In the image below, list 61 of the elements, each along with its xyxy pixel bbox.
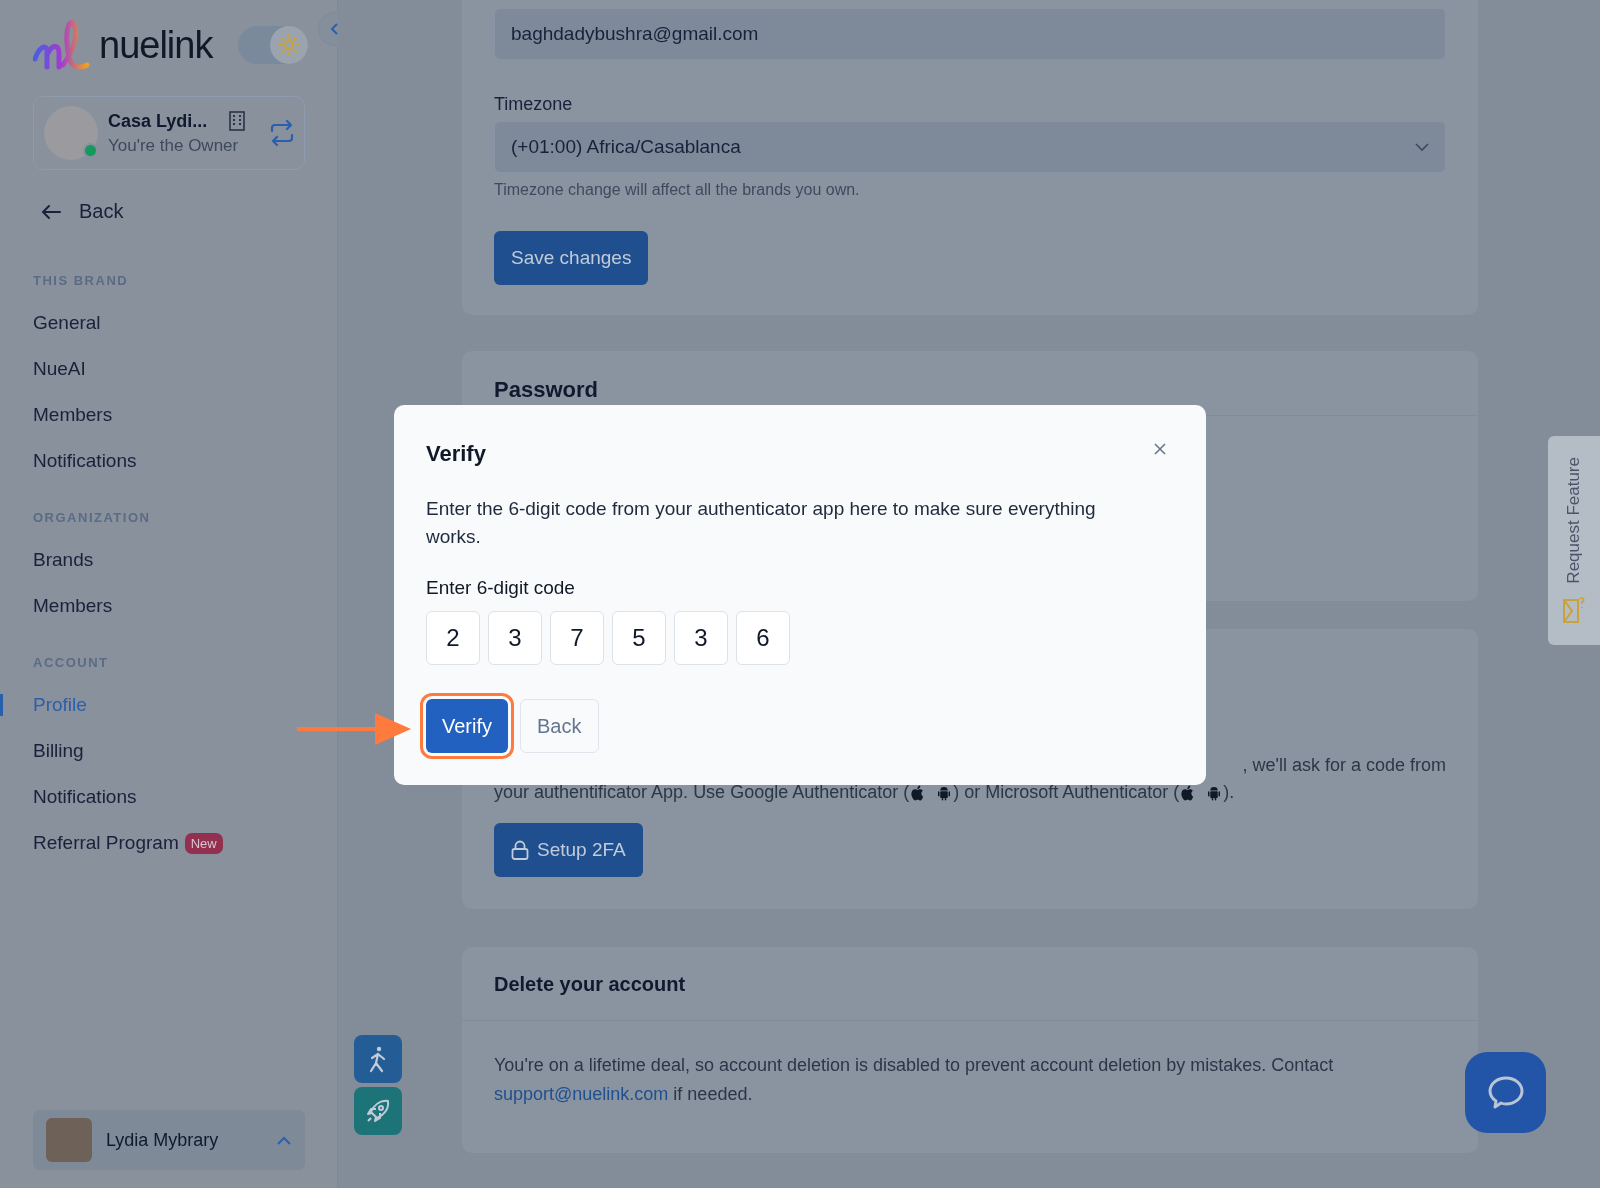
chevron-left-icon <box>330 23 340 35</box>
nav-item[interactable]: Brands <box>33 549 94 571</box>
nav-item[interactable]: Members <box>33 595 113 617</box>
description-text: ). <box>1223 782 1236 803</box>
back-link[interactable]: Back <box>41 200 124 223</box>
email-field[interactable]: baghdadybushra@gmail.com <box>494 8 1446 60</box>
new-badge: New <box>184 832 223 854</box>
description-text: your authentificator App. Use Google Authenticator ( <box>494 782 910 803</box>
code-digit-field[interactable]: 3 <box>488 611 542 665</box>
chevron-up-icon <box>277 1135 291 1145</box>
workspace-name: Casa Lydi... <box>108 110 208 132</box>
launch-button[interactable] <box>354 1087 402 1135</box>
helper-text: Timezone change will affect all the brands you own. <box>494 181 861 199</box>
arrow-left-icon <box>41 203 61 220</box>
nav-item[interactable]: Notifications <box>33 450 137 472</box>
chat-bubble-icon <box>1486 1074 1525 1111</box>
section-title: Password <box>494 377 599 403</box>
close-button[interactable] <box>1152 441 1168 457</box>
nav-item[interactable]: Referral Program <box>33 832 179 854</box>
workspace-card[interactable]: Casa Lydi... You're the Owner <box>33 96 305 170</box>
dialog-description: Enter the 6-digit code from your authenticator app here to make sure everything works. <box>426 497 1097 549</box>
close-icon <box>1152 441 1168 457</box>
workspace-role: You're the Owner <box>108 135 240 156</box>
support-email-link[interactable]: support@nuelink.com <box>494 1084 669 1104</box>
setup-2fa-button[interactable]: Setup 2FA <box>494 823 643 877</box>
nav-item[interactable]: Billing <box>33 740 84 762</box>
field-label: Enter 6-digit code <box>426 577 576 599</box>
description-text: You're on a lifetime deal, so account deletion is disabled to prevent account deletion by mistakes. Contact support@nuelink.com if needed. <box>494 1054 1335 1106</box>
envelope-question-icon <box>1562 595 1586 624</box>
building-icon <box>229 111 246 131</box>
walkthrough-button[interactable] <box>354 1035 402 1083</box>
section-title: Delete your account <box>494 973 687 996</box>
field-label: Timezone <box>494 94 574 115</box>
request-feature-tab[interactable]: Request Feature <box>1548 436 1600 645</box>
user-menu[interactable]: Lydia Mybrary <box>33 1110 305 1170</box>
active-indicator <box>0 694 3 716</box>
nav-item[interactable]: NueAI <box>33 358 86 380</box>
sun-icon <box>278 34 301 56</box>
brand-name: nuelink <box>99 23 213 67</box>
code-digit-field[interactable]: 6 <box>736 611 790 665</box>
save-button[interactable]: Save changes <box>494 231 649 285</box>
theme-toggle[interactable] <box>238 26 309 64</box>
logo-mark-icon <box>33 19 91 71</box>
code-digit-field[interactable]: 2 <box>426 611 480 665</box>
description-text: ) or Microsoft Authenticator ( <box>953 782 1180 803</box>
code-digit-field[interactable]: 5 <box>612 611 666 665</box>
lock-icon <box>511 840 529 860</box>
nav-item[interactable]: Notifications <box>33 786 137 808</box>
photo-placeholder <box>46 1118 92 1162</box>
code-digit-field[interactable]: 3 <box>674 611 728 665</box>
back-button[interactable]: Back <box>520 699 599 753</box>
nav-item[interactable]: Members <box>33 404 113 426</box>
nav-item[interactable]: General <box>33 312 101 334</box>
code-digit-field[interactable]: 7 <box>550 611 604 665</box>
description-text: , we'll ask for a code from <box>1241 755 1446 776</box>
chevron-down-icon <box>1415 142 1429 152</box>
chat-button[interactable] <box>1465 1052 1546 1133</box>
rocket-icon <box>365 1098 391 1124</box>
dialog-title: Verify <box>426 441 486 467</box>
switch-icon[interactable] <box>270 120 294 146</box>
timezone-select[interactable]: (+01:00) Africa/Casablanca <box>494 121 1446 173</box>
